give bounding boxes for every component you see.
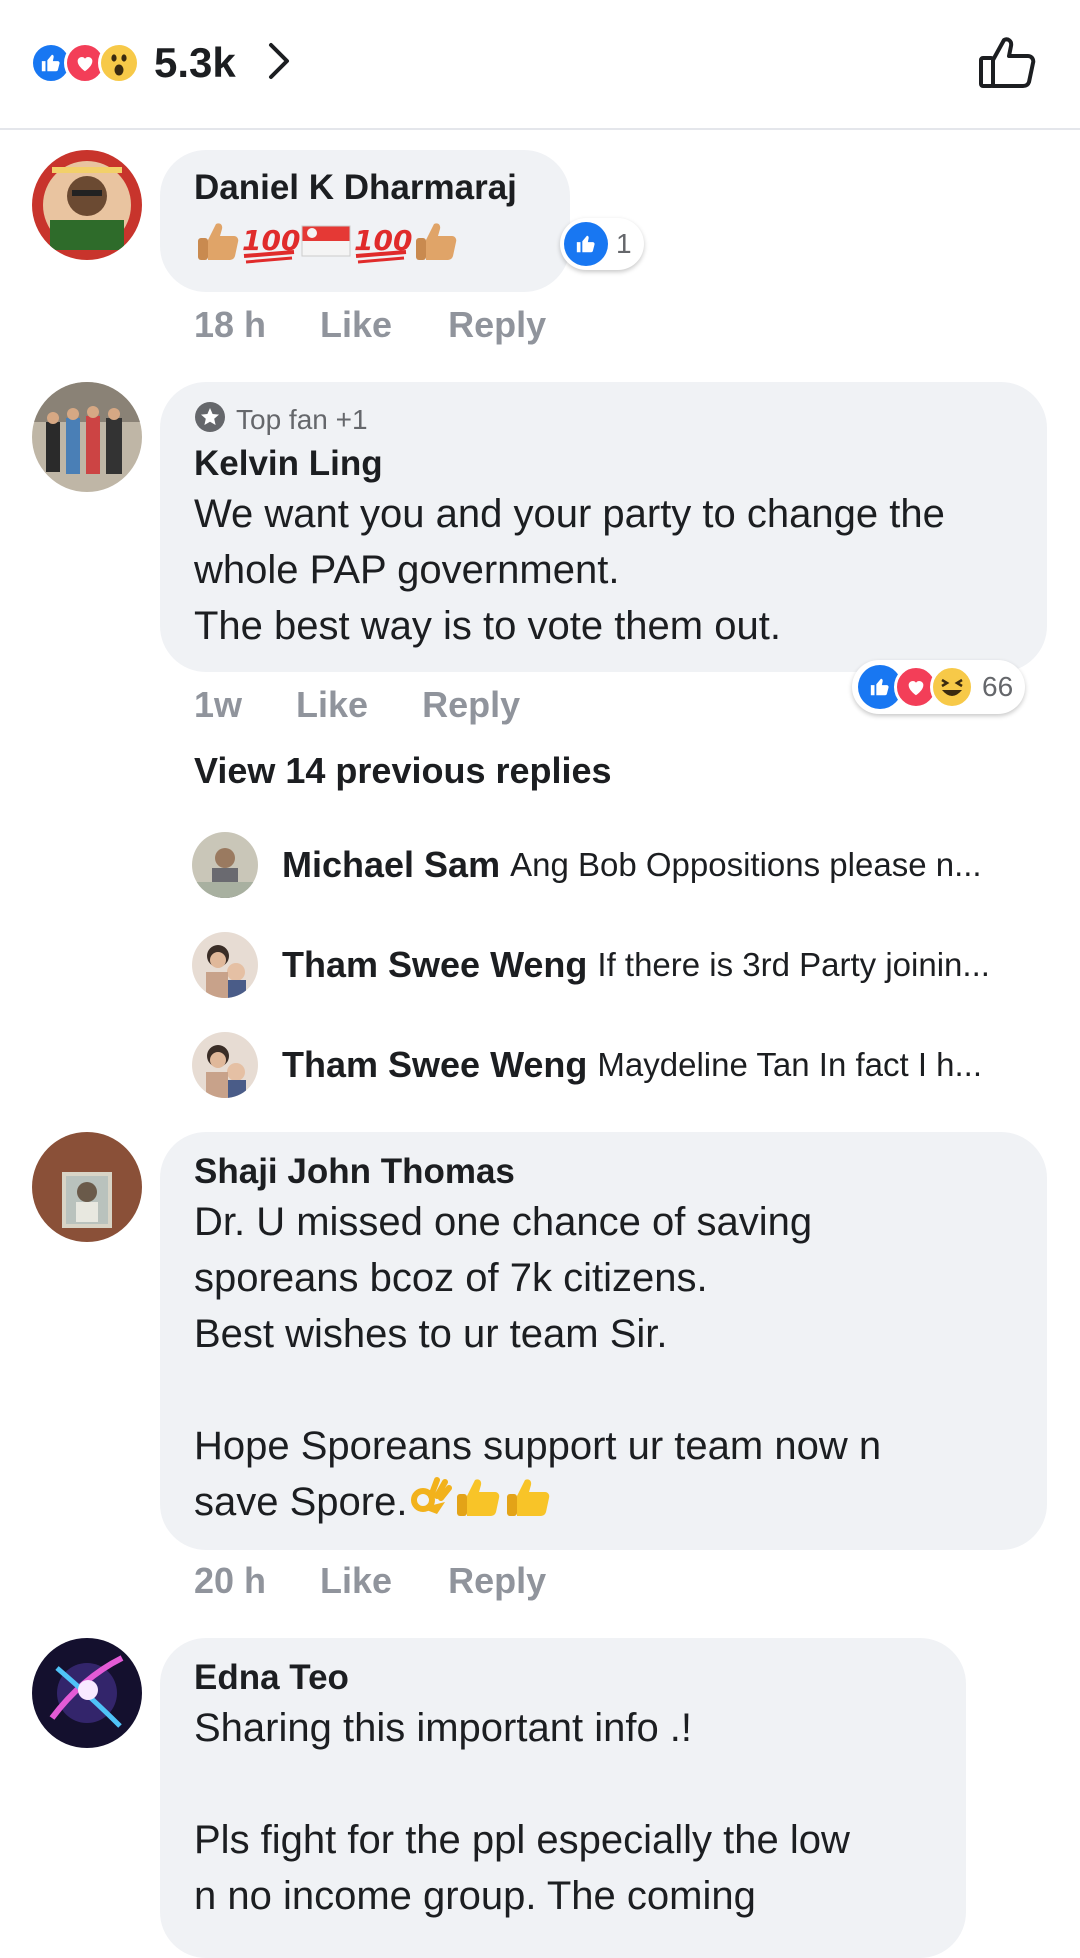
reactions-header: 5.3k <box>0 0 1080 130</box>
reaction-count: 66 <box>982 671 1014 702</box>
comment-reactions[interactable]: 1 <box>560 218 644 270</box>
thumbs-up-emoji <box>194 218 240 269</box>
reply-link[interactable]: Reply <box>422 684 520 726</box>
avatar[interactable] <box>32 1638 142 1748</box>
comment-bubble: Top fan +1 Kelvin Ling We want you and y… <box>160 382 1047 672</box>
comment-author[interactable]: Shaji John Thomas <box>194 1152 1047 1192</box>
like-link[interactable]: Like <box>296 684 368 726</box>
avatar[interactable] <box>32 1132 142 1242</box>
reaction-count: 1 <box>616 228 632 259</box>
star-badge-icon <box>194 401 226 440</box>
comment-author[interactable]: Kelvin Ling <box>194 444 1047 484</box>
reply-item[interactable]: Tham Swee Weng If there is 3rd Party joi… <box>192 930 1052 1000</box>
reply-author[interactable]: Tham Swee Weng <box>282 944 587 986</box>
comment-actions: 18 h Like Reply <box>194 300 546 350</box>
badge-label: Top fan +1 <box>236 404 368 435</box>
reactions-summary[interactable]: 5.3k <box>30 36 292 90</box>
comment-bubble: Daniel K Dharmaraj 100 100 <box>160 150 570 292</box>
thumbs-up-emoji <box>503 1474 553 1535</box>
reply-link[interactable]: Reply <box>448 1560 546 1602</box>
haha-icon <box>930 665 974 709</box>
avatar[interactable] <box>192 1032 258 1098</box>
comment-time: 1w <box>194 684 243 725</box>
comment-text: Sharing this important info .! Pls fight… <box>194 1706 850 1918</box>
avatar[interactable] <box>192 932 258 998</box>
avatar[interactable] <box>32 150 142 260</box>
comment-time: 20 h <box>194 1560 267 1601</box>
wow-icon <box>98 42 140 84</box>
like-link[interactable]: Like <box>320 304 392 346</box>
thumbs-up-outline-icon <box>979 37 1036 88</box>
reply-author[interactable]: Tham Swee Weng <box>282 1044 587 1086</box>
comment-bubble: Shaji John Thomas Dr. U missed one chanc… <box>160 1132 1047 1550</box>
reply-snippet: Ang Bob Oppositions please n... <box>510 846 982 883</box>
top-fan-badge: Top fan +1 <box>194 401 1047 440</box>
thumbs-up-emoji <box>412 218 458 269</box>
chevron-right-icon <box>266 41 292 86</box>
comment-actions: 1w Like Reply <box>194 680 520 730</box>
hundred-points-emoji: 100 <box>240 218 300 269</box>
view-previous-replies[interactable]: View 14 previous replies <box>194 750 612 792</box>
like-button[interactable] <box>976 32 1038 94</box>
like-icon <box>564 222 608 266</box>
reply-item[interactable]: Michael Sam Ang Bob Oppositions please n… <box>192 830 1052 900</box>
reply-author[interactable]: Michael Sam <box>282 844 500 886</box>
comment-author[interactable]: Edna Teo <box>194 1658 966 1698</box>
comment-author[interactable]: Daniel K Dharmaraj <box>194 168 570 208</box>
singapore-flag-emoji <box>300 218 352 269</box>
hundred-points-emoji: 100 <box>352 218 412 269</box>
reply-snippet: Maydeline Tan In fact I h... <box>597 1046 983 1083</box>
comment-text: Dr. U missed one chance of saving sporea… <box>194 1194 1047 1535</box>
comment-text: We want you and your party to change the… <box>194 492 945 648</box>
ok-hand-emoji <box>407 1474 453 1535</box>
avatar[interactable] <box>192 832 258 898</box>
thumbs-up-emoji <box>453 1474 503 1535</box>
like-link[interactable]: Like <box>320 1560 392 1602</box>
comment-bubble: Edna Teo Sharing this important info .! … <box>160 1638 966 1958</box>
reaction-count: 5.3k <box>154 39 236 86</box>
avatar[interactable] <box>32 382 142 492</box>
reply-snippet: If there is 3rd Party joinin... <box>597 946 990 983</box>
reply-link[interactable]: Reply <box>448 304 546 346</box>
comment-text: 100 100 <box>194 218 570 269</box>
comment-time: 18 h <box>194 304 267 345</box>
comment-actions: 20 h Like Reply <box>194 1556 546 1606</box>
comment-reactions[interactable]: 66 <box>852 660 1026 714</box>
reply-item[interactable]: Tham Swee Weng Maydeline Tan In fact I h… <box>192 1030 1052 1100</box>
